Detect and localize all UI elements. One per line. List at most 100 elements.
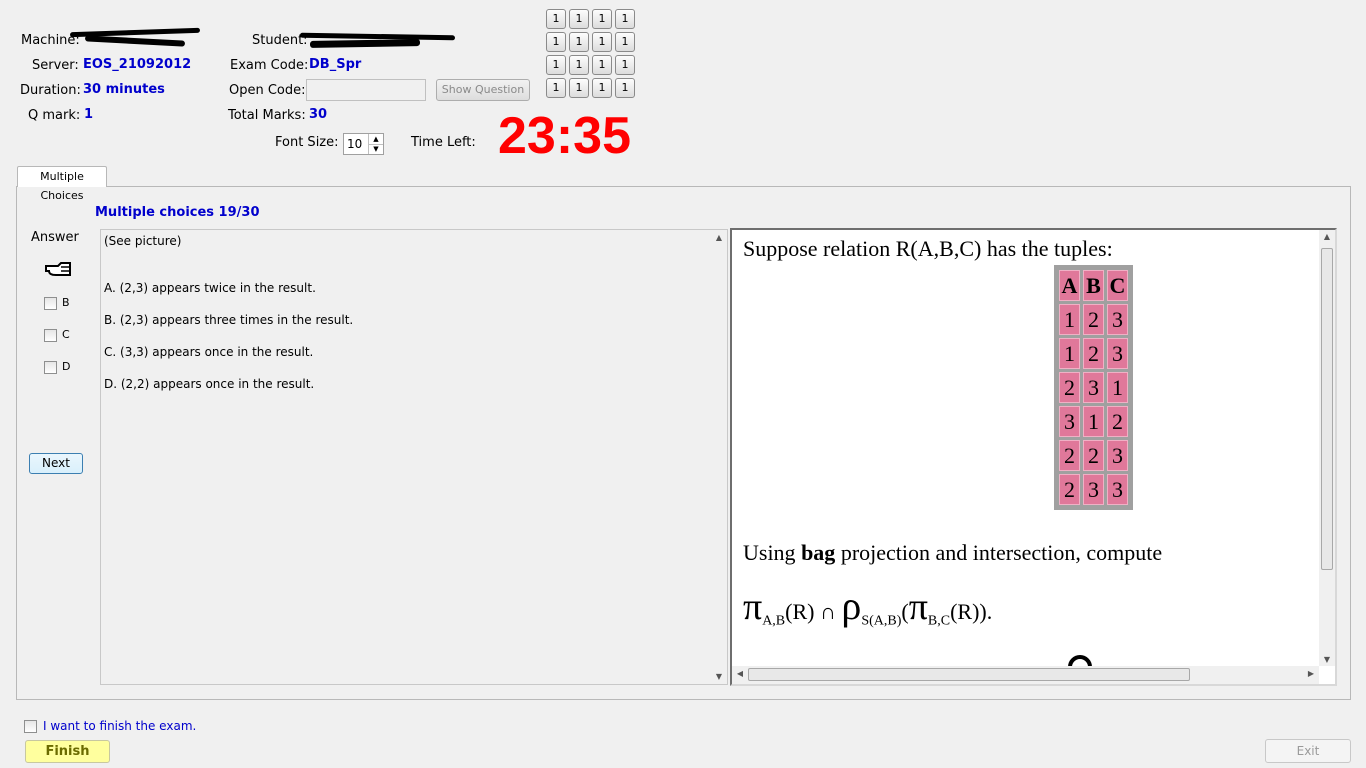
- relation-cell: 1: [1059, 338, 1080, 369]
- timer: 23:35: [498, 107, 631, 165]
- formula-sub-1: A,B: [762, 613, 786, 629]
- relation-cell: 2: [1083, 304, 1104, 335]
- server-value: EOS_21092012: [83, 57, 192, 72]
- question-nav-button[interactable]: 1: [615, 32, 635, 52]
- relation-row: ABC: [1059, 270, 1128, 301]
- pic-scroll-down-icon[interactable]: ▼: [1319, 655, 1335, 664]
- pic-scroll-left-icon[interactable]: ◀: [732, 669, 748, 678]
- finish-confirm-checkbox[interactable]: [24, 720, 37, 733]
- finish-button[interactable]: Finish: [25, 740, 110, 763]
- question-nav-button[interactable]: 1: [592, 32, 612, 52]
- question-panel[interactable]: (See picture) A. (2,3) appears twice in …: [100, 229, 728, 685]
- option-d-checkbox[interactable]: [44, 361, 57, 374]
- q-mark-value: 1: [84, 107, 94, 122]
- relation-row: 233: [1059, 474, 1128, 505]
- spin-up-icon[interactable]: ▲: [368, 134, 383, 144]
- question-nav-button[interactable]: 1: [546, 78, 566, 98]
- relation-cell: 3: [1107, 474, 1128, 505]
- formula-r2: (R)).: [950, 599, 993, 624]
- picture-hscroll-thumb[interactable]: [748, 668, 1190, 681]
- answer-b: B. (2,3) appears three times in the resu…: [104, 313, 354, 327]
- line2-bold: bag: [801, 540, 836, 565]
- option-b-checkbox[interactable]: [44, 297, 57, 310]
- server-label: Server:: [32, 58, 79, 73]
- relation-cell: 3: [1083, 474, 1104, 505]
- relation-row: 312: [1059, 406, 1128, 437]
- total-marks-value: 30: [309, 107, 328, 122]
- relation-cell: 1: [1107, 372, 1128, 403]
- open-code-input[interactable]: [306, 79, 426, 101]
- pointing-hand-icon: [45, 262, 71, 276]
- line2-pre: Using: [743, 540, 802, 565]
- exam-code-label: Exam Code:: [230, 58, 309, 73]
- question-nav-button[interactable]: 1: [546, 9, 566, 29]
- answer-label: Answer: [31, 230, 79, 245]
- question-nav-button[interactable]: 1: [615, 9, 635, 29]
- relation-row: 223: [1059, 440, 1128, 471]
- question-intro: (See picture): [104, 234, 182, 248]
- formula-sub-2: S(A,B): [861, 613, 902, 629]
- open-code-label: Open Code:: [229, 83, 306, 98]
- redacted-student-2: [309, 39, 421, 48]
- question-nav-button[interactable]: 1: [592, 9, 612, 29]
- pic-scroll-up-icon[interactable]: ▲: [1319, 232, 1335, 241]
- question-nav-button[interactable]: 1: [546, 32, 566, 52]
- picture-panel: Suppose relation R(A,B,C) has the tuples…: [730, 228, 1337, 686]
- question-nav-button[interactable]: 1: [615, 78, 635, 98]
- question-nav-button[interactable]: 1: [592, 55, 612, 75]
- tab-multiple-choices[interactable]: Multiple Choices: [17, 166, 107, 202]
- picture-line-1: Suppose relation R(A,B,C) has the tuples…: [743, 236, 1113, 261]
- relation-cell: 3: [1083, 372, 1104, 403]
- question-nav-button[interactable]: 1: [569, 55, 589, 75]
- picture-vscroll-thumb[interactable]: [1321, 248, 1333, 570]
- pi-symbol: π: [743, 586, 763, 628]
- question-nav-button[interactable]: 1: [615, 55, 635, 75]
- line2-post: projection and intersection, compute: [835, 540, 1163, 565]
- formula-r1: (R) ∩: [785, 599, 842, 624]
- relation-cell: 2: [1107, 406, 1128, 437]
- redacted-machine-2: [84, 35, 186, 47]
- answer-d: D. (2,2) appears once in the result.: [104, 377, 315, 391]
- relation-cell: A: [1059, 270, 1080, 301]
- relation-table: ABC123123231312223233: [1056, 267, 1131, 508]
- relation-cell: B: [1083, 270, 1104, 301]
- option-c-checkbox[interactable]: [44, 329, 57, 342]
- scroll-down-icon[interactable]: ▼: [711, 672, 727, 681]
- font-size-stepper[interactable]: 10 ▲ ▼: [343, 133, 384, 155]
- answer-c: C. (3,3) appears once in the result.: [104, 345, 314, 359]
- picture-hscrollbar[interactable]: ◀ ▶: [732, 666, 1319, 684]
- next-button[interactable]: Next: [29, 453, 83, 474]
- pic-scroll-right-icon[interactable]: ▶: [1303, 669, 1319, 678]
- show-question-button[interactable]: Show Question: [436, 79, 530, 101]
- spin-down-icon[interactable]: ▼: [368, 144, 383, 154]
- duration-value: 30 minutes: [83, 82, 165, 97]
- scroll-up-icon[interactable]: ▲: [711, 233, 727, 242]
- picture-vscrollbar[interactable]: ▲ ▼: [1319, 230, 1335, 666]
- relation-cell: 2: [1083, 338, 1104, 369]
- q-mark-label: Q mark:: [28, 108, 81, 123]
- section-title: Multiple choices 19/30: [95, 205, 260, 220]
- relation-cell: 2: [1059, 372, 1080, 403]
- relation-cell: C: [1107, 270, 1128, 301]
- relation-cell: 2: [1059, 440, 1080, 471]
- question-nav-button[interactable]: 1: [546, 55, 566, 75]
- exam-code-value: DB_Spr: [309, 57, 362, 72]
- question-nav-button[interactable]: 1: [569, 9, 589, 29]
- exit-button[interactable]: Exit: [1265, 739, 1351, 763]
- relation-cell: 3: [1107, 338, 1128, 369]
- relation-table-frame: ABC123123231312223233: [1054, 265, 1133, 510]
- question-nav-button[interactable]: 1: [569, 32, 589, 52]
- total-marks-label: Total Marks:: [228, 108, 306, 123]
- relation-cell: 2: [1083, 440, 1104, 471]
- relation-cell: 2: [1059, 474, 1080, 505]
- finish-confirm-label: I want to finish the exam.: [43, 719, 197, 733]
- question-scrollbar[interactable]: ▲ ▼: [711, 230, 727, 684]
- option-b-label: B: [62, 296, 70, 309]
- formula-paren: (: [901, 599, 909, 624]
- relation-cell: 1: [1083, 406, 1104, 437]
- font-size-value: 10: [347, 137, 363, 151]
- duration-label: Duration:: [20, 83, 81, 98]
- rho-symbol: ρ: [841, 583, 862, 628]
- question-nav-button[interactable]: 1: [592, 78, 612, 98]
- question-nav-button[interactable]: 1: [569, 78, 589, 98]
